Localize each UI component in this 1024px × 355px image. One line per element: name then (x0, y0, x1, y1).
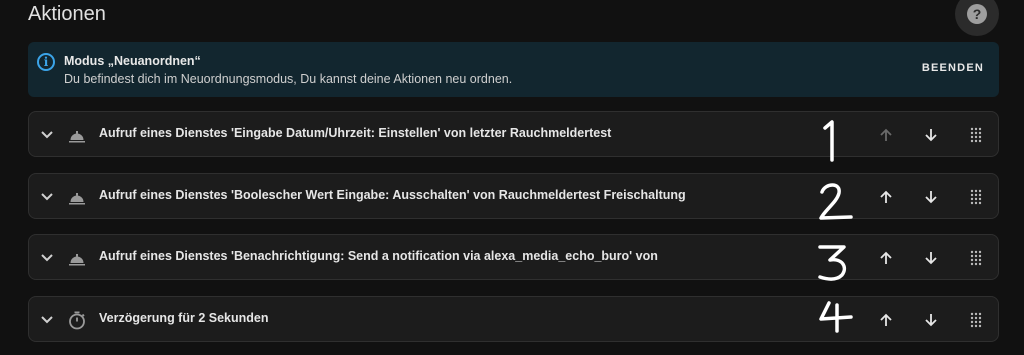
arrow-down-icon (925, 252, 937, 265)
move-down-button[interactable] (919, 185, 943, 209)
annotation-number-1 (823, 120, 834, 162)
arrow-up-icon (880, 313, 892, 326)
action-label: Aufruf eines Dienstes 'Eingabe Datum/Uhr… (99, 126, 612, 140)
alert-title: Modus „Neuanordnen“ (64, 54, 201, 68)
drag-handle[interactable] (964, 246, 988, 270)
move-up-button[interactable] (874, 185, 898, 209)
action-row[interactable]: Aufruf eines Dienstes 'Benachrichtigung:… (28, 234, 999, 281)
move-down-button[interactable] (919, 246, 943, 270)
move-up-button[interactable] (874, 123, 898, 147)
arrow-down-icon (925, 314, 937, 327)
service-bell-icon (69, 193, 85, 205)
move-up-button[interactable] (874, 308, 898, 332)
alert-description: Du befindest dich im Neuordnungsmodus, D… (64, 72, 513, 86)
arrow-up-icon (880, 190, 892, 203)
info-icon: i (37, 53, 55, 71)
page-title: Aktionen (28, 3, 106, 25)
move-down-button[interactable] (919, 123, 943, 147)
drag-handle-icon (970, 312, 982, 328)
chevron-down-icon[interactable] (39, 311, 55, 327)
drag-handle[interactable] (964, 123, 988, 147)
arrow-up-icon (880, 128, 892, 141)
arrow-down-icon (925, 129, 937, 142)
arrow-up-icon (880, 251, 892, 264)
chevron-down-icon[interactable] (39, 249, 55, 265)
annotation-number-2 (819, 183, 853, 220)
timer-icon (69, 311, 85, 330)
drag-handle-icon (970, 189, 982, 205)
action-row[interactable]: Verzögerung für 2 Sekunden (28, 296, 999, 342)
annotation-number-3 (818, 245, 847, 281)
action-label: Verzögerung für 2 Sekunden (99, 311, 269, 325)
action-row[interactable]: Aufruf eines Dienstes 'Boolescher Wert E… (28, 173, 999, 220)
help-button[interactable]: ? (955, 0, 999, 36)
arrow-down-icon (925, 191, 937, 204)
chevron-down-icon[interactable] (39, 188, 55, 204)
action-label: Aufruf eines Dienstes 'Benachrichtigung:… (99, 249, 658, 263)
action-row[interactable]: Aufruf eines Dienstes 'Eingabe Datum/Uhr… (28, 111, 999, 162)
exit-reorder-button[interactable]: BEENDEN (922, 62, 984, 74)
move-up-button[interactable] (874, 246, 898, 270)
reorder-mode-alert: i Modus „Neuanordnen“ Du befindest dich … (28, 42, 999, 97)
help-circle-icon: ? (967, 4, 987, 24)
drag-handle[interactable] (964, 185, 988, 209)
drag-handle-icon (970, 250, 982, 266)
drag-handle[interactable] (964, 308, 988, 332)
service-bell-icon (69, 131, 85, 143)
drag-handle-icon (970, 127, 982, 143)
move-down-button[interactable] (919, 308, 943, 332)
chevron-down-icon[interactable] (39, 126, 55, 142)
service-bell-icon (69, 254, 85, 266)
annotation-number-4 (819, 301, 853, 333)
action-label: Aufruf eines Dienstes 'Boolescher Wert E… (99, 188, 686, 202)
